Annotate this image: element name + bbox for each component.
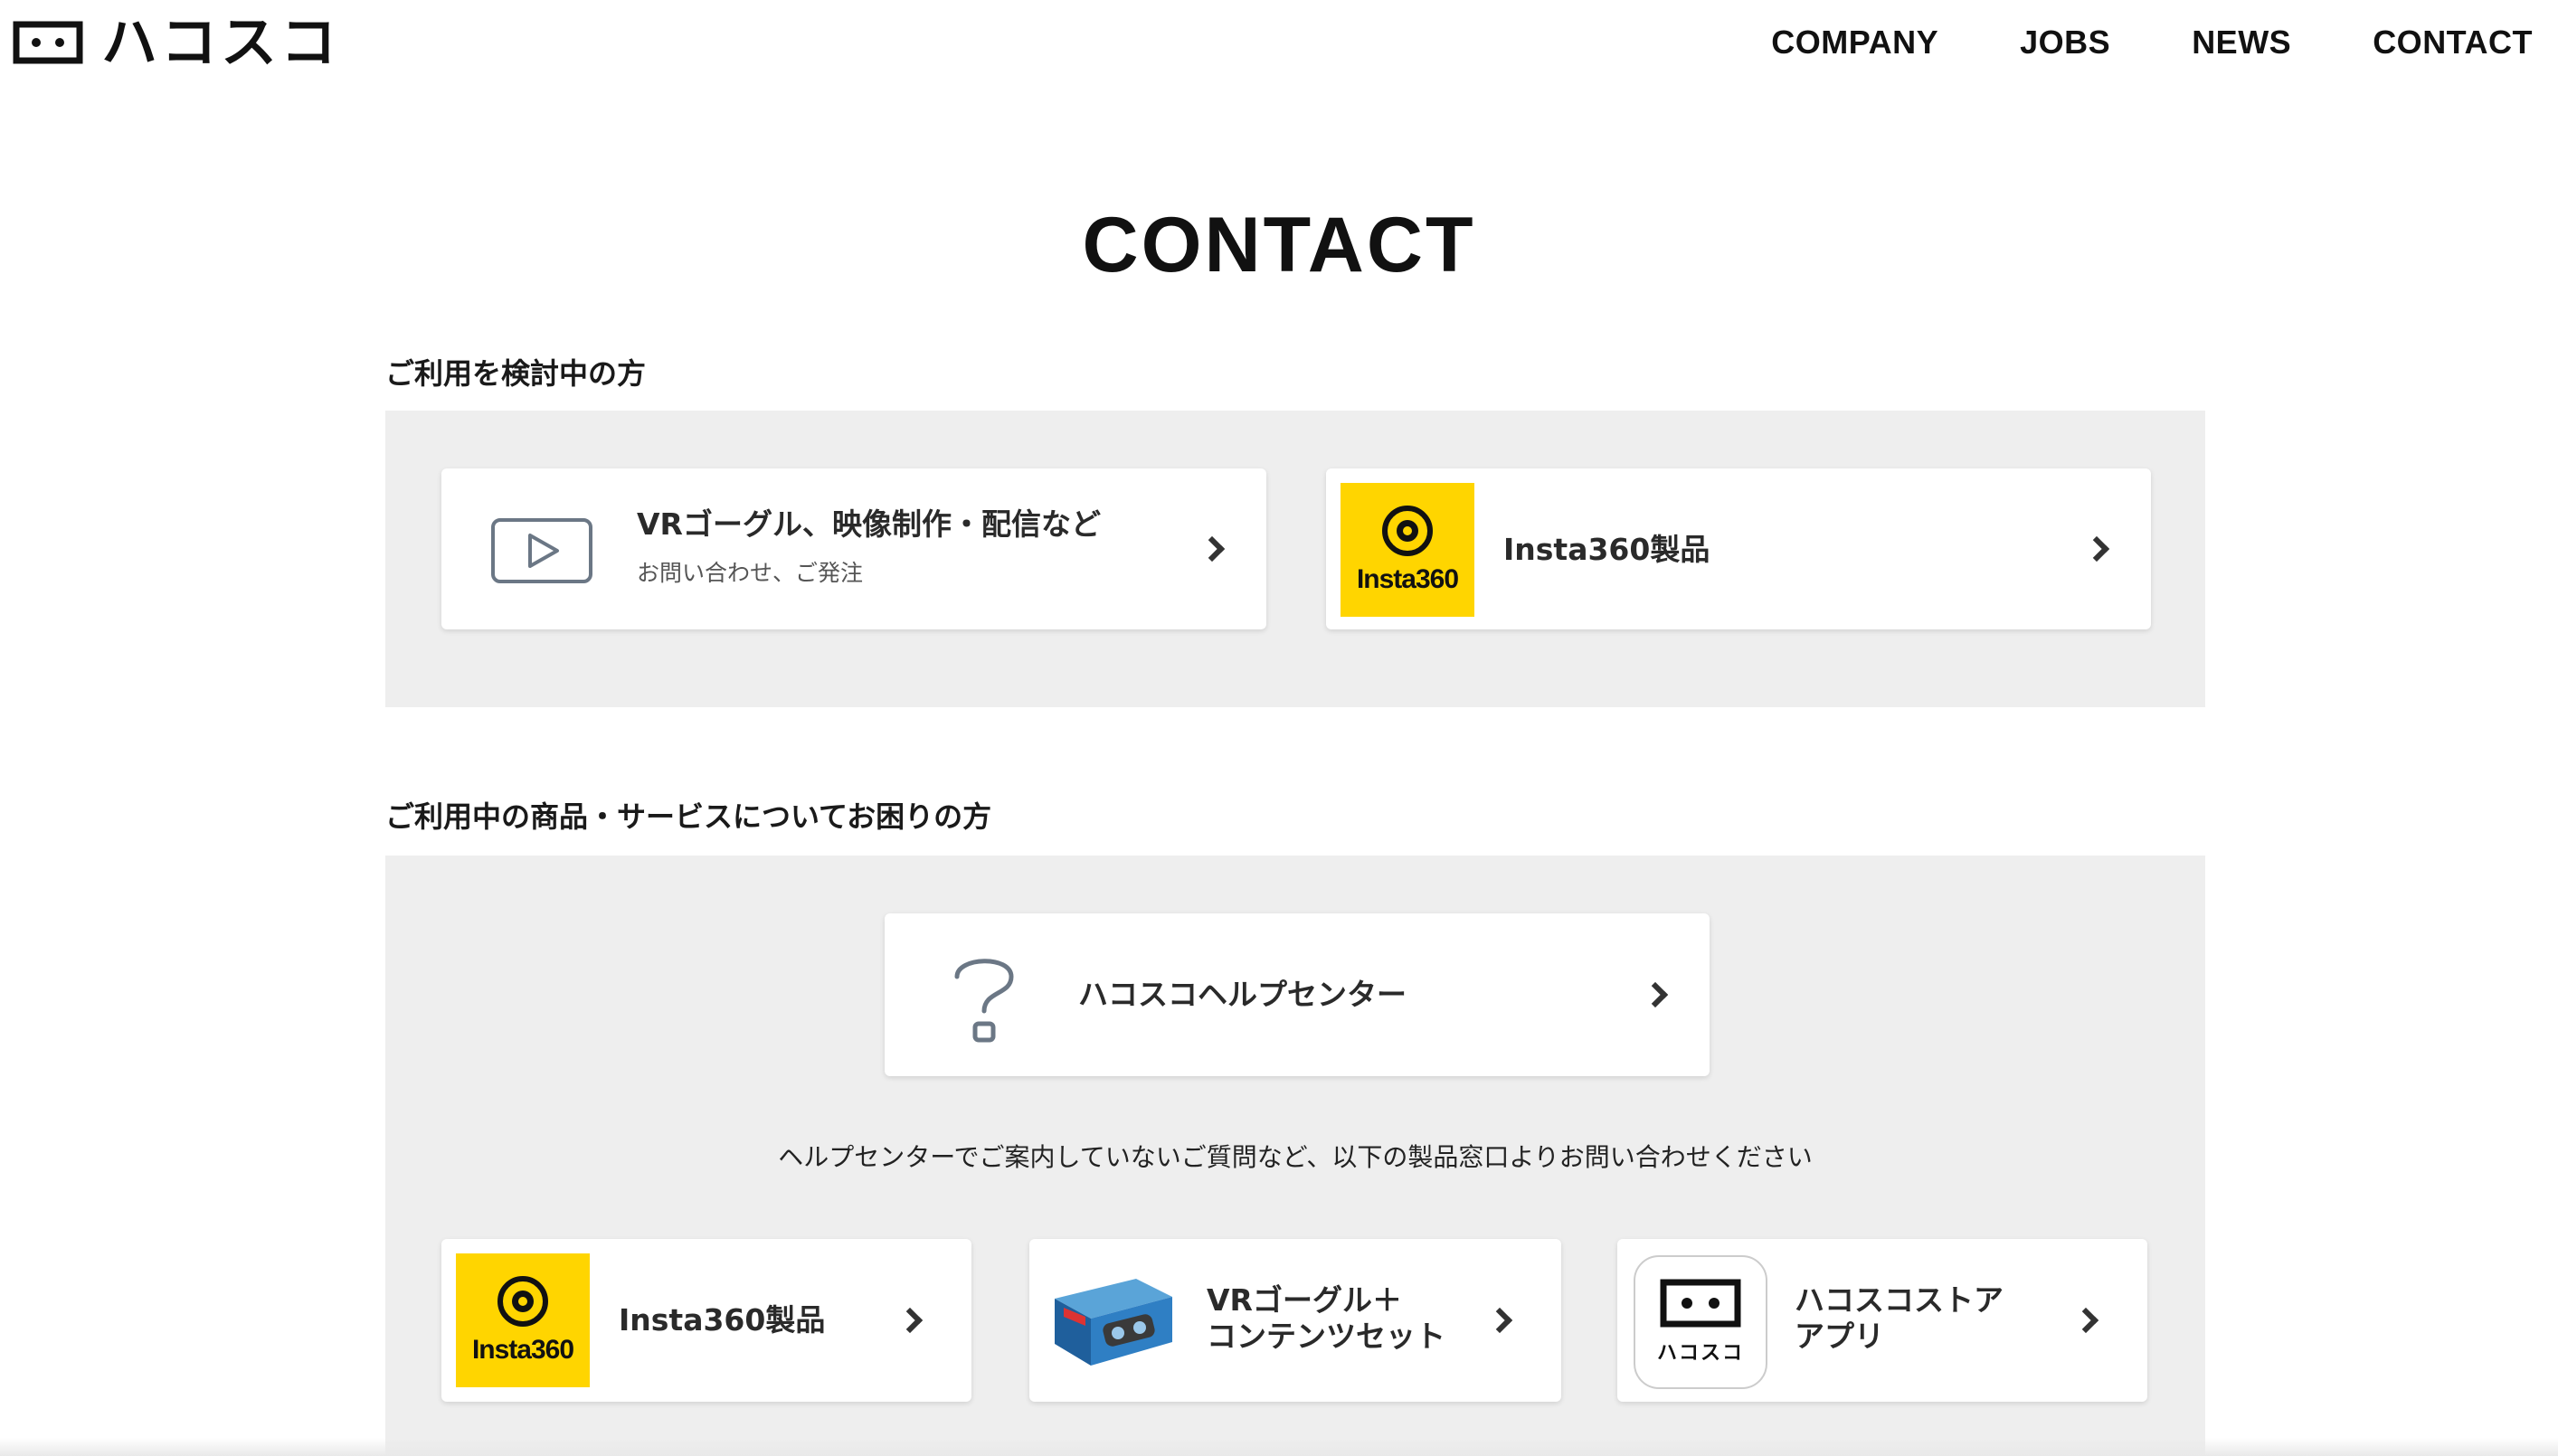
- chevron-right-icon: [896, 1307, 924, 1334]
- app-icon-label: ハコスコ: [1656, 1342, 1744, 1365]
- vr-goggle-inquiry-card[interactable]: VRゴーグル、映像制作・配信など お問い合わせ、ご発注: [441, 468, 1266, 629]
- section-heading-current-users: ご利用中の商品・サービスについてお困りの方: [385, 799, 992, 834]
- insta360-products-card[interactable]: Insta360 Insta360製品: [1326, 468, 2151, 629]
- nav-jobs[interactable]: JOBS: [2020, 24, 2110, 61]
- help-note: ヘルプセンターでご案内していないご質問など、以下の製品窓口よりお問い合わせくださ…: [778, 1142, 1813, 1172]
- insta360-logo: Insta360: [1341, 483, 1474, 617]
- chevron-right-icon: [1486, 1307, 1513, 1334]
- hacosco-box-icon: [1660, 1279, 1741, 1328]
- card-title: ハコスコストア アプリ: [1795, 1282, 2004, 1354]
- section-heading-considering: ご利用を検討中の方: [385, 356, 647, 391]
- card-title-line2: コンテンツセット: [1207, 1318, 1445, 1354]
- chevron-right-icon: [1642, 981, 1669, 1008]
- help-center-card[interactable]: ハコスコヘルプセンター: [885, 913, 1710, 1076]
- card-subtitle: お問い合わせ、ご発注: [637, 559, 864, 586]
- insta360-lens-icon: [1382, 506, 1433, 556]
- card-title: Insta360製品: [1503, 532, 1710, 567]
- product-box-image: [1055, 1279, 1172, 1366]
- nav-contact[interactable]: CONTACT: [2373, 24, 2533, 61]
- hacosco-store-app-card[interactable]: ハコスコ ハコスコストア アプリ: [1617, 1239, 2147, 1402]
- insta360-logo-text: Insta360: [471, 1335, 574, 1365]
- video-play-icon: [491, 518, 592, 583]
- site-logo[interactable]: ハコスコ: [13, 14, 340, 71]
- page-title: CONTACT: [1082, 202, 1476, 288]
- bottom-fade: [0, 1438, 2558, 1456]
- chevron-right-icon: [2083, 535, 2110, 563]
- insta360-support-card[interactable]: Insta360 Insta360製品: [441, 1239, 971, 1402]
- question-icon: [954, 959, 1014, 1043]
- card-title-line2: アプリ: [1795, 1318, 1884, 1354]
- insta360-logo-text: Insta360: [1356, 564, 1459, 594]
- main-nav: COMPANY JOBS NEWS CONTACT: [1771, 24, 2533, 61]
- nav-company[interactable]: COMPANY: [1771, 24, 1938, 61]
- chevron-right-icon: [1198, 535, 1226, 563]
- card-title: VRゴーグル＋ コンテンツセット: [1207, 1282, 1445, 1354]
- considering-panel: VRゴーグル、映像制作・配信など お問い合わせ、ご発注 Insta360 Ins…: [385, 411, 2205, 707]
- insta360-lens-icon: [497, 1276, 548, 1327]
- card-title: Insta360製品: [619, 1302, 826, 1338]
- vr-goggle-contents-set-card[interactable]: VRゴーグル＋ コンテンツセット: [1029, 1239, 1561, 1402]
- nav-news[interactable]: NEWS: [2192, 24, 2291, 61]
- card-title-line1: ハコスコストア: [1795, 1282, 2004, 1318]
- hacosco-box-icon: [13, 21, 83, 64]
- chevron-right-icon: [2072, 1307, 2099, 1334]
- card-title-line1: VRゴーグル＋: [1207, 1282, 1402, 1318]
- card-title: ハコスコヘルプセンター: [1078, 977, 1407, 1012]
- card-title: VRゴーグル、映像制作・配信など: [637, 506, 1101, 542]
- insta360-logo: Insta360: [456, 1253, 590, 1387]
- logo-wordmark: ハコスコ: [101, 9, 341, 75]
- hacosco-app-icon: ハコスコ: [1634, 1255, 1767, 1389]
